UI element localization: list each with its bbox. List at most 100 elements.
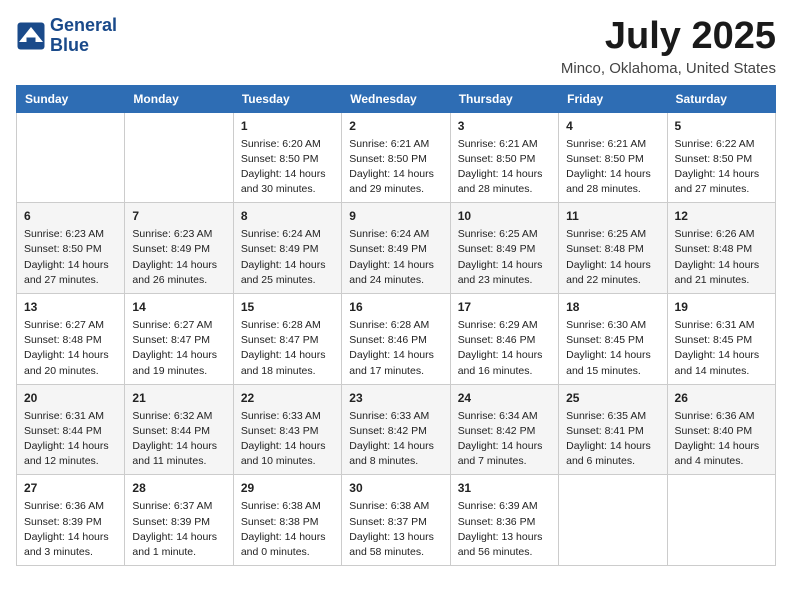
day-number: 15 — [241, 299, 334, 316]
calendar-cell: 6 Sunrise: 6:23 AM Sunset: 8:50 PM Daylig… — [17, 203, 125, 294]
day-info: Sunrise: 6:28 AM Sunset: 8:46 PM Dayligh… — [349, 318, 442, 379]
calendar-cell: 5Sunrise: 6:22 AM Sunset: 8:50 PM Daylig… — [667, 112, 775, 203]
day-info: Sunrise: 6:27 AM Sunset: 8:47 PM Dayligh… — [132, 318, 225, 379]
day-number: 6 — [24, 208, 117, 225]
calendar-cell — [559, 475, 667, 566]
day-number: 14 — [132, 299, 225, 316]
calendar-table: SundayMondayTuesdayWednesdayThursdayFrid… — [16, 85, 776, 566]
location-label: Minco, Oklahoma, United States — [561, 60, 776, 77]
calendar-cell: 1 Sunrise: 6:20 AM Sunset: 8:50 PM Daylig… — [233, 112, 341, 203]
calendar-week-row: 27 Sunrise: 6:36 AM Sunset: 8:39 PM Dayli… — [17, 475, 776, 566]
day-number: 20 — [24, 390, 117, 407]
day-info: Sunrise: 6:21 AM Sunset: 8:50 PM Dayligh… — [458, 137, 551, 198]
calendar-week-row: 20 Sunrise: 6:31 AM Sunset: 8:44 PM Dayli… — [17, 384, 776, 475]
calendar-cell: 29 Sunrise: 6:38 AM Sunset: 8:38 PM Dayli… — [233, 475, 341, 566]
calendar-cell: 24 Sunrise: 6:34 AM Sunset: 8:42 PM Dayli… — [450, 384, 558, 475]
day-number: 26 — [675, 390, 768, 407]
calendar-cell — [17, 112, 125, 203]
weekday-header-sunday: Sunday — [17, 85, 125, 112]
day-number: 5 — [675, 118, 768, 135]
calendar-cell: 2 Sunrise: 6:21 AM Sunset: 8:50 PM Daylig… — [342, 112, 450, 203]
title-section: July 2025 Minco, Oklahoma, United States — [561, 16, 776, 77]
day-number: 10 — [458, 208, 551, 225]
calendar-cell: 12 Sunrise: 6:26 AM Sunset: 8:48 PM Dayli… — [667, 203, 775, 294]
day-info: Sunrise: 6:29 AM Sunset: 8:46 PM Dayligh… — [458, 318, 551, 379]
calendar-cell: 22Sunrise: 6:33 AM Sunset: 8:43 PM Dayli… — [233, 384, 341, 475]
day-info: Sunrise: 6:34 AM Sunset: 8:42 PM Dayligh… — [458, 409, 551, 470]
day-info: Sunrise: 6:37 AM Sunset: 8:39 PM Dayligh… — [132, 499, 225, 560]
day-number: 1 — [241, 118, 334, 135]
day-number: 3 — [458, 118, 551, 135]
calendar-cell: 31 Sunrise: 6:39 AM Sunset: 8:36 PM Dayli… — [450, 475, 558, 566]
calendar-cell: 10 Sunrise: 6:25 AM Sunset: 8:49 PM Dayli… — [450, 203, 558, 294]
calendar-cell: 25 Sunrise: 6:35 AM Sunset: 8:41 PM Dayli… — [559, 384, 667, 475]
weekday-header-monday: Monday — [125, 85, 233, 112]
logo-icon — [16, 21, 46, 51]
day-info: Sunrise: 6:21 AM Sunset: 8:50 PM Dayligh… — [349, 137, 442, 198]
day-number: 18 — [566, 299, 659, 316]
calendar-cell: 9 Sunrise: 6:24 AM Sunset: 8:49 PM Daylig… — [342, 203, 450, 294]
day-number: 28 — [132, 480, 225, 497]
day-number: 23 — [349, 390, 442, 407]
calendar-cell: 15Sunrise: 6:28 AM Sunset: 8:47 PM Dayli… — [233, 294, 341, 385]
day-info: Sunrise: 6:31 AM Sunset: 8:45 PM Dayligh… — [675, 318, 768, 379]
day-info: Sunrise: 6:23 AM Sunset: 8:49 PM Dayligh… — [132, 227, 225, 288]
month-year-title: July 2025 — [561, 16, 776, 58]
calendar-cell: 3 Sunrise: 6:21 AM Sunset: 8:50 PM Daylig… — [450, 112, 558, 203]
calendar-header: SundayMondayTuesdayWednesdayThursdayFrid… — [17, 85, 776, 112]
calendar-cell: 19 Sunrise: 6:31 AM Sunset: 8:45 PM Dayli… — [667, 294, 775, 385]
calendar-cell — [125, 112, 233, 203]
logo-text: General Blue — [50, 16, 117, 56]
day-number: 21 — [132, 390, 225, 407]
calendar-cell: 28 Sunrise: 6:37 AM Sunset: 8:39 PM Dayli… — [125, 475, 233, 566]
day-info: Sunrise: 6:36 AM Sunset: 8:39 PM Dayligh… — [24, 499, 117, 560]
calendar-cell — [667, 475, 775, 566]
day-number: 12 — [675, 208, 768, 225]
calendar-cell: 30 Sunrise: 6:38 AM Sunset: 8:37 PM Dayli… — [342, 475, 450, 566]
day-number: 19 — [675, 299, 768, 316]
weekday-header-wednesday: Wednesday — [342, 85, 450, 112]
day-number: 25 — [566, 390, 659, 407]
calendar-cell: 20 Sunrise: 6:31 AM Sunset: 8:44 PM Dayli… — [17, 384, 125, 475]
weekday-header-saturday: Saturday — [667, 85, 775, 112]
day-info: Sunrise: 6:25 AM Sunset: 8:49 PM Dayligh… — [458, 227, 551, 288]
day-number: 29 — [241, 480, 334, 497]
day-info: Sunrise: 6:20 AM Sunset: 8:50 PM Dayligh… — [241, 137, 334, 198]
day-info: Sunrise: 6:24 AM Sunset: 8:49 PM Dayligh… — [349, 227, 442, 288]
day-info: Sunrise: 6:38 AM Sunset: 8:37 PM Dayligh… — [349, 499, 442, 560]
day-number: 9 — [349, 208, 442, 225]
day-info: Sunrise: 6:36 AM Sunset: 8:40 PM Dayligh… — [675, 409, 768, 470]
calendar-cell: 27 Sunrise: 6:36 AM Sunset: 8:39 PM Dayli… — [17, 475, 125, 566]
calendar-body: 1 Sunrise: 6:20 AM Sunset: 8:50 PM Daylig… — [17, 112, 776, 565]
calendar-cell: 7Sunrise: 6:23 AM Sunset: 8:49 PM Daylig… — [125, 203, 233, 294]
day-number: 30 — [349, 480, 442, 497]
day-info: Sunrise: 6:26 AM Sunset: 8:48 PM Dayligh… — [675, 227, 768, 288]
day-info: Sunrise: 6:35 AM Sunset: 8:41 PM Dayligh… — [566, 409, 659, 470]
day-info: Sunrise: 6:38 AM Sunset: 8:38 PM Dayligh… — [241, 499, 334, 560]
calendar-cell: 8Sunrise: 6:24 AM Sunset: 8:49 PM Daylig… — [233, 203, 341, 294]
calendar-week-row: 6 Sunrise: 6:23 AM Sunset: 8:50 PM Daylig… — [17, 203, 776, 294]
day-info: Sunrise: 6:23 AM Sunset: 8:50 PM Dayligh… — [24, 227, 117, 288]
weekday-header-row: SundayMondayTuesdayWednesdayThursdayFrid… — [17, 85, 776, 112]
calendar-cell: 18Sunrise: 6:30 AM Sunset: 8:45 PM Dayli… — [559, 294, 667, 385]
day-info: Sunrise: 6:39 AM Sunset: 8:36 PM Dayligh… — [458, 499, 551, 560]
logo: General Blue — [16, 16, 117, 56]
calendar-cell: 16Sunrise: 6:28 AM Sunset: 8:46 PM Dayli… — [342, 294, 450, 385]
calendar-cell: 23Sunrise: 6:33 AM Sunset: 8:42 PM Dayli… — [342, 384, 450, 475]
day-number: 31 — [458, 480, 551, 497]
calendar-cell: 14 Sunrise: 6:27 AM Sunset: 8:47 PM Dayli… — [125, 294, 233, 385]
weekday-header-thursday: Thursday — [450, 85, 558, 112]
day-number: 11 — [566, 208, 659, 225]
day-info: Sunrise: 6:21 AM Sunset: 8:50 PM Dayligh… — [566, 137, 659, 198]
calendar-week-row: 13Sunrise: 6:27 AM Sunset: 8:48 PM Dayli… — [17, 294, 776, 385]
day-number: 27 — [24, 480, 117, 497]
weekday-header-tuesday: Tuesday — [233, 85, 341, 112]
day-info: Sunrise: 6:32 AM Sunset: 8:44 PM Dayligh… — [132, 409, 225, 470]
day-number: 13 — [24, 299, 117, 316]
day-info: Sunrise: 6:33 AM Sunset: 8:43 PM Dayligh… — [241, 409, 334, 470]
day-number: 2 — [349, 118, 442, 135]
day-info: Sunrise: 6:31 AM Sunset: 8:44 PM Dayligh… — [24, 409, 117, 470]
day-number: 17 — [458, 299, 551, 316]
day-number: 24 — [458, 390, 551, 407]
calendar-cell: 13Sunrise: 6:27 AM Sunset: 8:48 PM Dayli… — [17, 294, 125, 385]
